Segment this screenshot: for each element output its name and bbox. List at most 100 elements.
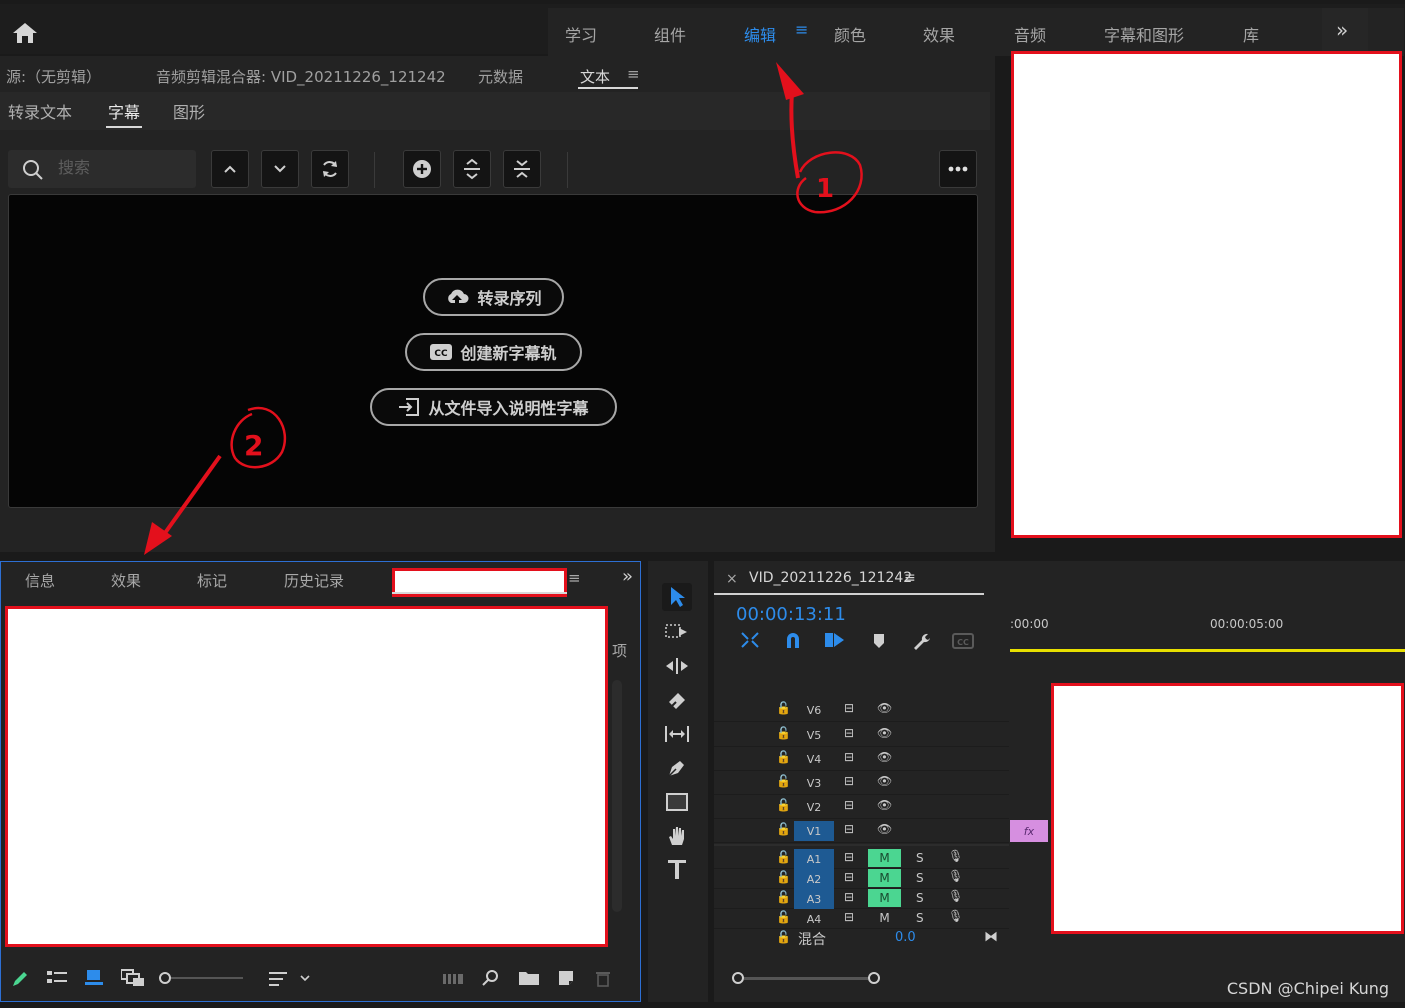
search-box[interactable] — [8, 150, 196, 188]
scroll-handle-right[interactable] — [868, 972, 880, 984]
add-caption-button[interactable] — [403, 150, 441, 188]
lock-icon[interactable]: 🔓 — [776, 822, 791, 836]
eye-icon[interactable]: 👁 — [877, 798, 892, 812]
lock-icon[interactable]: 🔓 — [776, 726, 791, 740]
tab-audio[interactable]: 音频 — [1014, 22, 1046, 46]
razor-tool[interactable] — [662, 686, 692, 714]
tab-libraries[interactable]: 库 — [1243, 22, 1259, 46]
track-name[interactable]: V1 — [794, 821, 834, 841]
captions-icon[interactable]: CC — [952, 633, 974, 649]
tab-learning[interactable]: 学习 — [565, 22, 597, 46]
insert-sequence-icon[interactable] — [740, 631, 760, 649]
scroll-handle-left[interactable] — [732, 972, 744, 984]
mute-button[interactable]: M — [868, 909, 901, 927]
track-select-tool[interactable] — [662, 618, 692, 646]
sync-lock-icon[interactable]: ⊟ — [844, 701, 854, 715]
type-tool[interactable] — [662, 856, 692, 884]
search-input[interactable] — [58, 158, 188, 177]
tab-history[interactable]: 历史记录 — [284, 570, 344, 591]
list-view-icon[interactable] — [47, 970, 67, 986]
sync-lock-icon[interactable]: ⊟ — [844, 798, 854, 812]
sort-icon[interactable] — [269, 971, 289, 987]
tab-editing[interactable]: 编辑 — [744, 22, 776, 46]
lock-icon[interactable]: 🔓 — [776, 890, 791, 904]
track-name[interactable]: V6 — [794, 700, 834, 720]
hand-tool[interactable] — [662, 822, 692, 850]
tab-source[interactable]: 源:（无剪辑） — [6, 66, 101, 87]
tab-captions-graphics[interactable]: 字幕和图形 — [1104, 22, 1184, 46]
tab-assembly[interactable]: 组件 — [654, 22, 686, 46]
solo-button[interactable]: S — [916, 911, 924, 925]
work-area-bar[interactable] — [1010, 649, 1405, 652]
icon-view-icon[interactable] — [85, 968, 103, 986]
sync-lock-icon[interactable]: ⊟ — [844, 774, 854, 788]
microphone-icon[interactable]: 🎙 — [948, 869, 963, 883]
freeform-view-icon[interactable] — [121, 969, 145, 987]
panel-menu-icon[interactable]: ≡ — [568, 569, 581, 587]
track-name[interactable]: A3 — [794, 889, 834, 909]
next-button[interactable] — [261, 150, 299, 188]
time-ruler[interactable]: :00:00 00:00:05:00 — [1010, 561, 1405, 653]
playhead-timecode[interactable]: 00:00:13:11 — [736, 604, 846, 625]
tab-markers[interactable]: 标记 — [197, 570, 227, 591]
track-name[interactable]: A2 — [794, 869, 834, 889]
import-captions-button[interactable]: 从文件导入说明性字幕 — [370, 388, 617, 426]
lock-icon[interactable]: 🔓 — [776, 774, 791, 788]
sync-lock-icon[interactable]: ⊟ — [844, 822, 854, 836]
mute-button[interactable]: M — [868, 869, 901, 887]
microphone-icon[interactable]: 🎙 — [948, 889, 963, 903]
solo-button[interactable]: S — [916, 871, 924, 885]
pencil-icon[interactable] — [11, 970, 29, 988]
panel-overflow-icon[interactable]: » — [622, 566, 633, 587]
sync-lock-icon[interactable]: ⊟ — [844, 850, 854, 864]
lock-icon[interactable]: 🔓 — [776, 750, 791, 764]
eye-icon[interactable]: 👁 — [877, 750, 892, 764]
pen-tool[interactable] — [662, 754, 692, 782]
zoom-slider-handle[interactable] — [159, 972, 171, 984]
sync-lock-icon[interactable]: ⊟ — [844, 726, 854, 740]
find-icon[interactable] — [482, 969, 500, 987]
track-name[interactable]: V5 — [794, 725, 834, 745]
tab-audio-clip-mixer[interactable]: 音频剪辑混合器: VID_20211226_121242 — [156, 66, 446, 87]
snap-icon[interactable] — [784, 631, 802, 649]
home-icon[interactable] — [12, 22, 38, 44]
solo-button[interactable]: S — [916, 891, 924, 905]
wrench-icon[interactable] — [911, 631, 931, 651]
rectangle-tool[interactable] — [662, 788, 692, 816]
sync-lock-icon[interactable]: ⊟ — [844, 910, 854, 924]
video-clip[interactable]: fx — [1010, 820, 1048, 842]
ripple-edit-tool[interactable] — [662, 652, 692, 680]
track-name[interactable]: V2 — [794, 797, 834, 817]
merge-caption-button[interactable] — [503, 150, 541, 188]
solo-button[interactable]: S — [916, 851, 924, 865]
track-name[interactable]: A1 — [794, 849, 834, 869]
lock-icon[interactable]: 🔓 — [776, 910, 791, 924]
track-name[interactable]: A4 — [794, 909, 834, 929]
panel-menu-icon[interactable]: ≡ — [627, 65, 640, 83]
replace-button[interactable] — [311, 150, 349, 188]
split-caption-button[interactable] — [453, 150, 491, 188]
add-marker-icon[interactable] — [872, 633, 886, 649]
track-name[interactable]: V3 — [794, 773, 834, 793]
tab-color[interactable]: 颜色 — [834, 22, 866, 46]
vertical-scrollbar[interactable] — [612, 680, 622, 912]
workspace-overflow-button[interactable]: » — [1322, 8, 1368, 56]
track-name[interactable]: V4 — [794, 749, 834, 769]
mute-button[interactable]: M — [868, 849, 901, 867]
trash-icon[interactable] — [595, 969, 611, 987]
create-caption-track-button[interactable]: CC 创建新字幕轨 — [405, 333, 582, 371]
subtab-graphics[interactable]: 图形 — [173, 99, 205, 123]
tab-effects[interactable]: 效果 — [923, 22, 955, 46]
more-options-button[interactable] — [939, 150, 977, 188]
microphone-icon[interactable]: 🎙 — [948, 849, 963, 863]
new-bin-icon[interactable] — [519, 970, 539, 986]
chevron-down-icon[interactable] — [300, 974, 310, 982]
tab-metadata[interactable]: 元数据 — [478, 66, 523, 87]
sync-lock-icon[interactable]: ⊟ — [844, 870, 854, 884]
lock-icon[interactable]: 🔓 — [776, 870, 791, 884]
mix-volume-value[interactable]: 0.0 — [895, 930, 916, 945]
bowtie-icon[interactable]: ⧓ — [984, 929, 998, 945]
lock-icon[interactable]: 🔓 — [776, 850, 791, 864]
automate-to-sequence-icon[interactable] — [443, 972, 463, 986]
tab-info[interactable]: 信息 — [25, 570, 55, 591]
